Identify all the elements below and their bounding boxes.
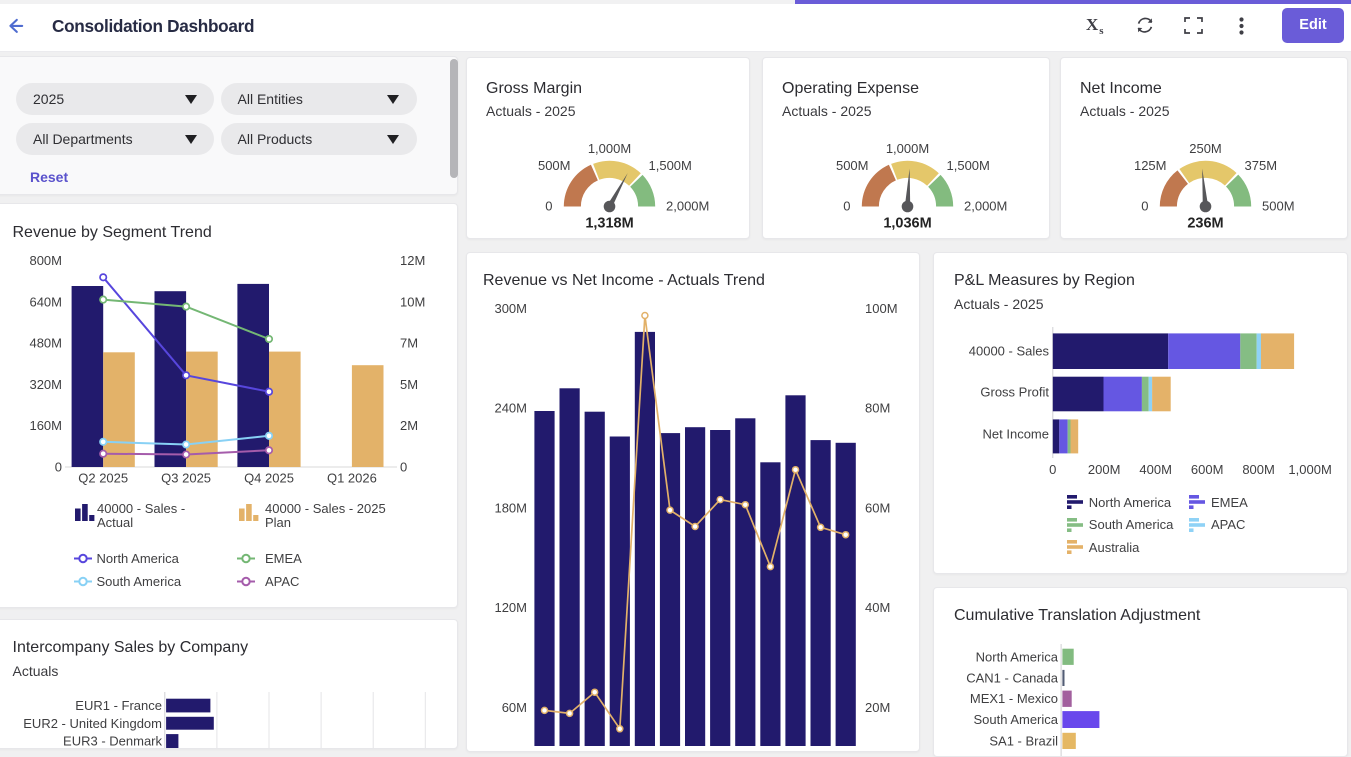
svg-text:0: 0 <box>1049 462 1056 477</box>
svg-text:600M: 600M <box>1191 462 1224 477</box>
svg-text:60M: 60M <box>865 500 890 515</box>
svg-text:180M: 180M <box>494 500 527 515</box>
svg-text:800M: 800M <box>29 253 62 268</box>
svg-text:0: 0 <box>545 199 552 214</box>
svg-text:80M: 80M <box>865 401 890 416</box>
svg-text:300M: 300M <box>494 301 527 316</box>
svg-text:CAN1 - Canada: CAN1 - Canada <box>966 670 1059 685</box>
svg-text:320M: 320M <box>29 377 62 392</box>
svg-text:120M: 120M <box>494 600 527 615</box>
svg-text:480M: 480M <box>29 336 62 351</box>
svg-text:2,000M: 2,000M <box>666 199 709 214</box>
svg-text:250M: 250M <box>1189 141 1222 156</box>
svg-text:0: 0 <box>400 460 407 475</box>
svg-text:236M: 236M <box>1187 216 1223 232</box>
svg-text:40000 - Sales: 40000 - Sales <box>969 344 1050 359</box>
svg-text:7M: 7M <box>400 336 418 351</box>
svg-text:2M: 2M <box>400 418 418 433</box>
svg-text:Gross Profit: Gross Profit <box>980 384 1049 399</box>
svg-text:EUR3 - Denmark: EUR3 - Denmark <box>63 734 162 749</box>
svg-text:Q2 2025: Q2 2025 <box>78 471 128 486</box>
svg-text:12M: 12M <box>400 253 425 268</box>
svg-text:0: 0 <box>1141 199 1148 214</box>
svg-text:0: 0 <box>55 460 62 475</box>
svg-text:Q4 2025: Q4 2025 <box>244 471 294 486</box>
svg-text:1,036M: 1,036M <box>883 216 931 232</box>
svg-text:MEX1 - Mexico: MEX1 - Mexico <box>970 691 1058 706</box>
svg-text:125M: 125M <box>1134 158 1167 173</box>
svg-text:1,500M: 1,500M <box>649 158 692 173</box>
svg-text:640M: 640M <box>29 294 62 309</box>
svg-text:375M: 375M <box>1245 158 1278 173</box>
svg-text:1,000M: 1,000M <box>1288 462 1331 477</box>
svg-text:Q1 2026: Q1 2026 <box>327 471 377 486</box>
svg-text:1,318M: 1,318M <box>585 216 633 232</box>
svg-text:EUR1 - France: EUR1 - France <box>75 698 162 713</box>
svg-text:0: 0 <box>843 199 850 214</box>
svg-text:240M: 240M <box>494 401 527 416</box>
svg-text:60M: 60M <box>502 700 527 715</box>
svg-text:400M: 400M <box>1139 462 1172 477</box>
svg-text:800M: 800M <box>1242 462 1275 477</box>
svg-text:SA1 - Brazil: SA1 - Brazil <box>989 733 1058 748</box>
svg-text:Q3 2025: Q3 2025 <box>161 471 211 486</box>
svg-text:South America: South America <box>973 712 1058 727</box>
svg-text:1,500M: 1,500M <box>947 158 990 173</box>
svg-text:200M: 200M <box>1088 462 1121 477</box>
svg-text:500M: 500M <box>538 158 571 173</box>
svg-text:160M: 160M <box>29 418 62 433</box>
svg-text:10M: 10M <box>400 294 425 309</box>
svg-text:20M: 20M <box>865 700 890 715</box>
svg-text:Net Income: Net Income <box>983 427 1049 442</box>
svg-text:100M: 100M <box>865 301 898 316</box>
svg-text:40M: 40M <box>865 600 890 615</box>
svg-text:North America: North America <box>976 649 1059 664</box>
svg-text:1,000M: 1,000M <box>886 141 929 156</box>
svg-text:500M: 500M <box>836 158 869 173</box>
svg-text:1,000M: 1,000M <box>588 141 631 156</box>
svg-text:2,000M: 2,000M <box>964 199 1007 214</box>
svg-text:EUR2 - United Kingdom: EUR2 - United Kingdom <box>23 716 162 731</box>
svg-text:500M: 500M <box>1262 199 1295 214</box>
svg-text:5M: 5M <box>400 377 418 392</box>
